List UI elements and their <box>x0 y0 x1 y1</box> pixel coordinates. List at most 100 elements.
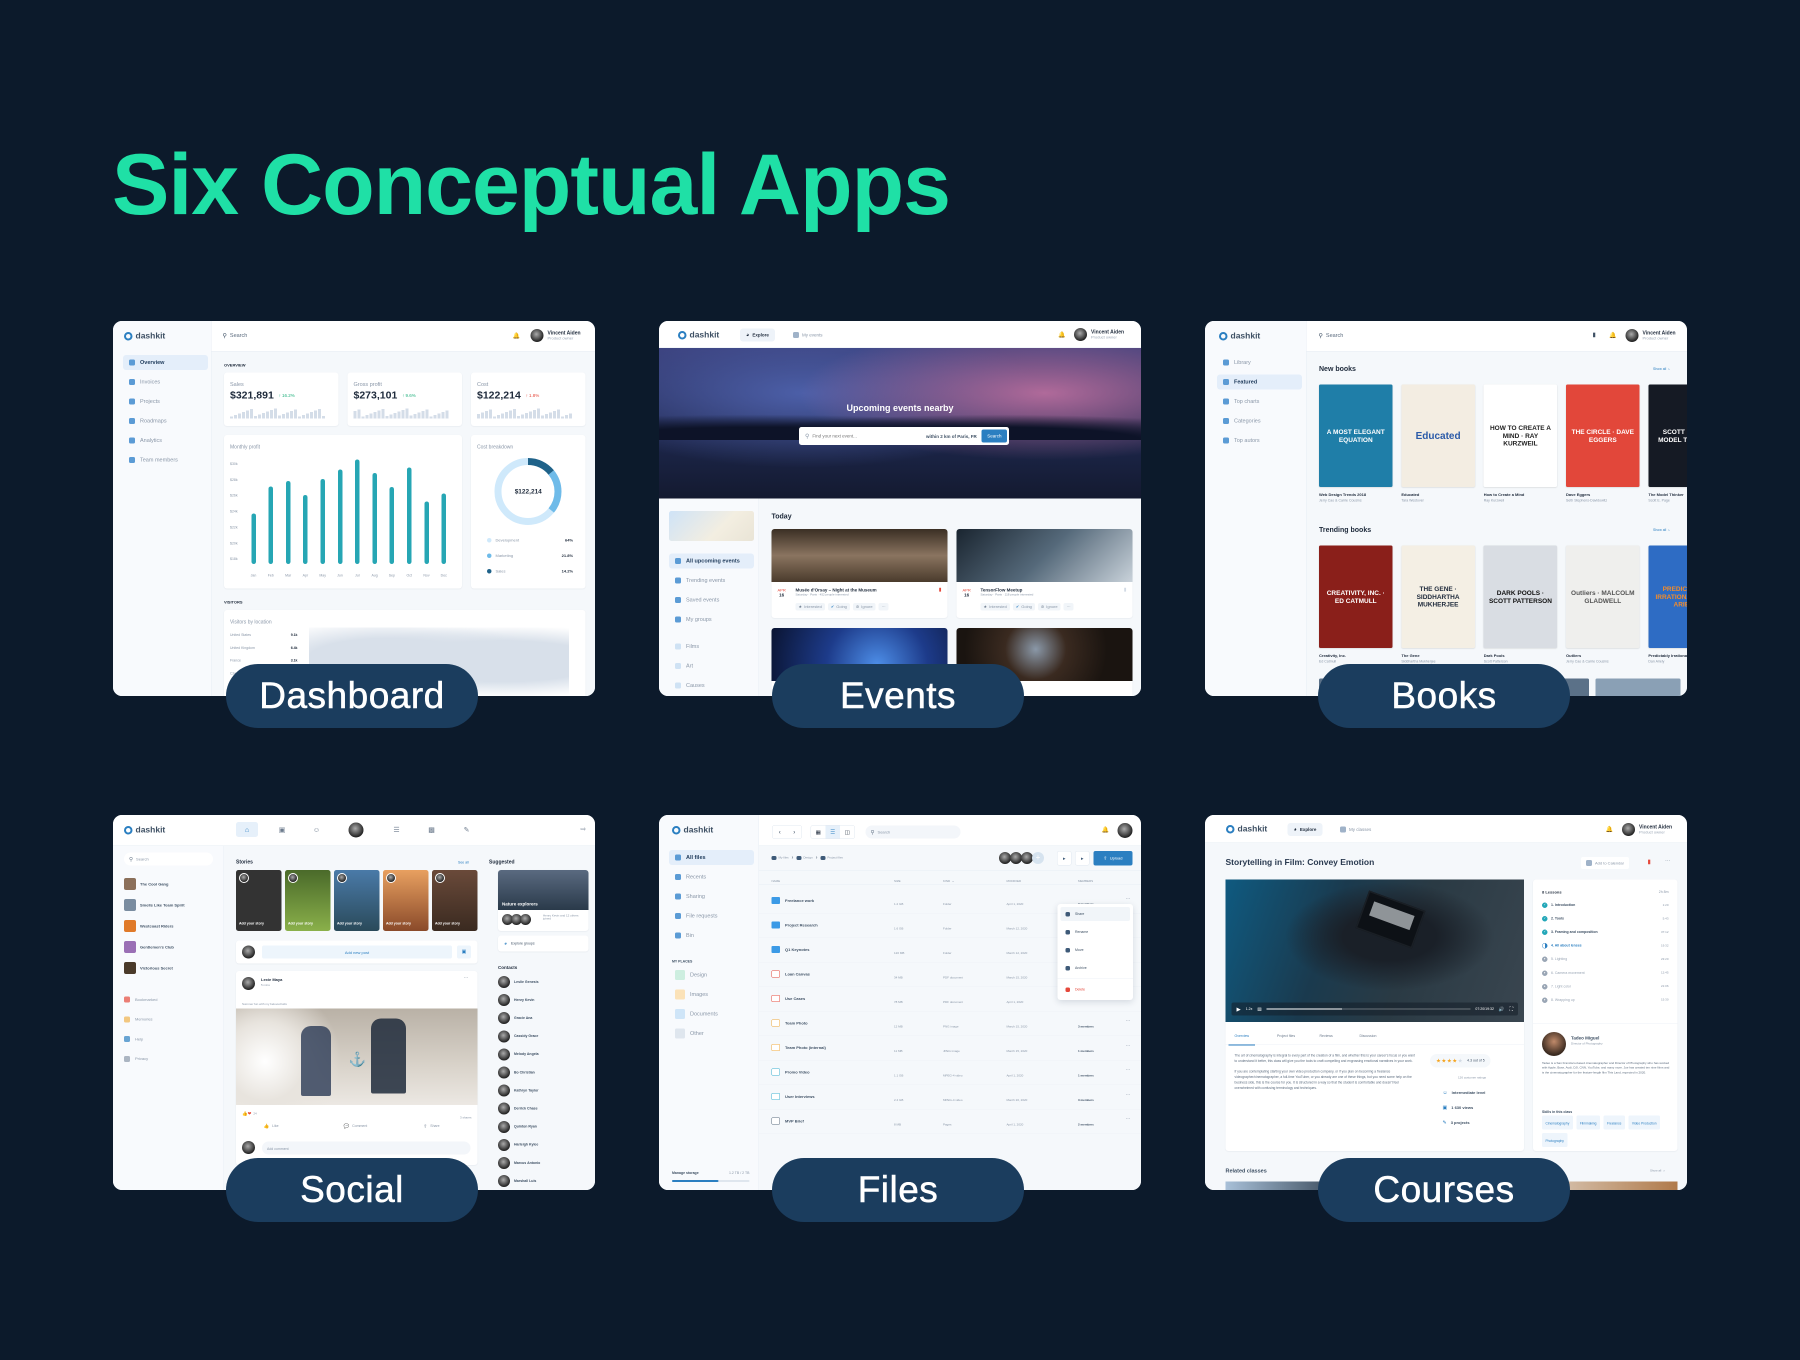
story-tile[interactable]: Add your story <box>432 870 478 931</box>
tab-reviews[interactable]: Reviews <box>1320 1031 1333 1040</box>
sidebar-item-all-files[interactable]: All files <box>669 850 754 865</box>
sidebar-item-categories[interactable]: Categories <box>1217 414 1302 429</box>
volume-icon[interactable]: 🔊 <box>1499 1006 1505 1012</box>
place-other[interactable]: Other <box>669 1026 754 1041</box>
event-card[interactable]: APR 16 TensorFlow Meetup Saturday · Paris … <box>956 529 1133 618</box>
more-icon[interactable]: ⋯ <box>464 975 469 981</box>
image-upload-icon[interactable]: ▣ <box>457 945 471 959</box>
tab-project-files[interactable]: Project files <box>1277 1031 1295 1040</box>
tab-explore[interactable]: ◕ Explore <box>740 328 775 342</box>
comment-button[interactable]: 💬 Comment <box>344 1124 368 1130</box>
dashboard-app-preview[interactable]: dashkit Overview Invoices Projects Roadmaps A… <box>113 321 595 696</box>
share-icon[interactable]: ▸ <box>1057 851 1072 866</box>
column-view-icon[interactable]: ◫ <box>840 829 855 835</box>
video-progress[interactable] <box>1266 1008 1471 1010</box>
logo[interactable]: dashkit <box>1219 331 1260 341</box>
lesson-item[interactable]: 4. All about lenses 19:32 <box>1542 943 1669 949</box>
bell-icon[interactable]: 🔔 <box>1058 331 1065 338</box>
sidebar-item-top-autors[interactable]: Top autors <box>1217 433 1302 448</box>
group-item[interactable]: Victorious Secret <box>124 962 173 974</box>
bookmark-icon[interactable]: ▮ <box>1593 331 1596 338</box>
sidebar-item-0[interactable]: All upcoming events <box>669 553 754 569</box>
contact-item[interactable]: Marcus Antonio <box>498 1157 540 1169</box>
share-button[interactable]: ⇧ Share <box>424 1124 440 1130</box>
contact-item[interactable]: Gracie Ana <box>498 1012 532 1025</box>
category-films[interactable]: Films <box>669 639 754 654</box>
menu-item-archive[interactable]: Archive <box>1061 961 1131 975</box>
sidebar-item-roadmaps[interactable]: Roadmaps <box>123 414 208 429</box>
menu-item-delete[interactable]: Delete <box>1061 983 1131 997</box>
add-post-input[interactable]: Add new post <box>262 945 452 959</box>
user-menu[interactable]: Vincent Aiden Product owner <box>1622 823 1672 836</box>
lesson-item[interactable]: ✓ 1. Introduction 1:20 <box>1542 902 1669 908</box>
list-view-icon[interactable]: ☰ <box>825 825 840 839</box>
bar-may[interactable] <box>320 479 325 564</box>
contact-item[interactable]: Marshall Luis <box>498 1175 536 1188</box>
story-tile[interactable]: Add your story <box>236 870 282 931</box>
row-more-icon[interactable]: ⋯ <box>1126 1068 1131 1074</box>
story-tile[interactable]: Add your story <box>383 870 429 931</box>
skill-tag[interactable]: Photography <box>1542 1133 1568 1147</box>
bookmark-icon[interactable]: ▮ <box>939 587 942 593</box>
add-to-calendar-button[interactable]: Add to Calendar <box>1581 857 1629 869</box>
menu-item-move[interactable]: Move <box>1061 943 1131 957</box>
group-item[interactable]: Gentlemen's Club <box>124 941 174 953</box>
sidebar-item-invoices[interactable]: Invoices <box>123 375 208 390</box>
place-design[interactable]: Design <box>669 968 754 983</box>
story-tile[interactable]: Add your story <box>285 870 331 931</box>
books-app-preview[interactable]: dashkit Library Featured Top charts Categori… <box>1205 321 1687 696</box>
book-cover[interactable]: A MOST ELEGANT EQUATION <box>1319 384 1393 487</box>
breadcrumb-item[interactable]: My files <box>771 855 789 860</box>
files-app-preview[interactable]: dashkit All files Recents Sharing File reque… <box>659 815 1141 1190</box>
show-all-link[interactable]: Show all › <box>1650 1169 1665 1174</box>
category-causes[interactable]: Causes <box>669 678 754 693</box>
menu-item-share[interactable]: Share <box>1060 907 1130 921</box>
video-player[interactable]: ▶ 1.2x ▤ 07:20/19:32 🔊 ⛶ <box>1225 879 1524 1022</box>
contact-item[interactable]: Melody Angela <box>498 1048 539 1061</box>
event-card[interactable]: APR 16 Musée d'Orsay – Night at the Museu… <box>771 529 948 618</box>
sidebar-item-2[interactable]: Saved events <box>669 593 754 608</box>
bell-icon[interactable]: 🔔 <box>1606 826 1613 833</box>
sidebar-item-3[interactable]: My groups <box>669 612 754 627</box>
comment-input[interactable]: Add comment <box>262 1141 471 1155</box>
lesson-item[interactable]: ▸ 8. Wrapping up 15:30 <box>1542 997 1669 1003</box>
bar-jul[interactable] <box>355 459 360 564</box>
book-cover[interactable]: SCOTT E. THE MODEL THINKER <box>1648 384 1687 487</box>
search-input[interactable]: ⚲ Search <box>1319 332 1344 339</box>
show-all-link[interactable]: Show all › <box>1653 528 1670 533</box>
courses-app-preview[interactable]: dashkit ◕ Explore My classes 🔔 Vincent Aide… <box>1205 815 1687 1190</box>
mini-map[interactable] <box>669 511 754 541</box>
user-menu[interactable]: Vincent Aiden Product owner <box>1074 328 1124 341</box>
skill-tag[interactable]: Freelance <box>1603 1115 1625 1130</box>
skill-tag[interactable]: Cinematography <box>1542 1115 1573 1130</box>
lesson-item[interactable]: ▸ 5. Lighting 23:20 <box>1542 956 1669 963</box>
book-cover[interactable]: CREATIVITY, INC. · ED CATMULL <box>1319 545 1393 648</box>
suggested-group-card[interactable]: Nature explorers Henry Kevin and 12 othe… <box>498 870 589 931</box>
skill-tag[interactable]: Filmmaking <box>1576 1115 1600 1130</box>
more-icon[interactable]: ⋯ <box>1665 858 1671 864</box>
user-menu[interactable]: Vincent Aiden Product owner <box>530 329 581 342</box>
menu-item-rename[interactable]: Rename <box>1061 925 1131 939</box>
search-input[interactable]: ⚲ Search <box>223 332 248 339</box>
sidebar-item-library[interactable]: Library <box>1217 355 1302 370</box>
contact-item[interactable]: Cassidy Grace <box>498 1030 538 1043</box>
explore-groups-button[interactable]: ◕ Explore groups <box>498 935 589 952</box>
photos-icon[interactable]: ▣ <box>271 822 293 837</box>
profile-avatar[interactable] <box>348 822 364 838</box>
author-avatar[interactable] <box>242 977 255 990</box>
sidebar-link-memories[interactable]: Memories <box>124 1016 153 1023</box>
column-header-members[interactable]: MEMBERS <box>1078 876 1093 885</box>
chat-icon[interactable]: ✎ <box>456 822 478 837</box>
sidebar-item-file-requests[interactable]: File requests <box>669 909 754 924</box>
friends-icon[interactable]: ☺ <box>306 822 328 837</box>
place-documents[interactable]: Documents <box>669 1007 754 1022</box>
captions-icon[interactable]: ▤ <box>1257 1006 1261 1012</box>
lesson-item[interactable]: ▸ 6. Camera movement 12:45 <box>1542 970 1669 976</box>
column-header-size[interactable]: SIZE <box>894 876 901 885</box>
book-cover[interactable]: DARK POOLS · SCOTT PATTERSON <box>1483 545 1558 648</box>
row-more-icon[interactable]: ⋯ <box>1126 896 1131 902</box>
event-action-2[interactable]: ⊘ Ignore <box>1037 603 1061 611</box>
bar-feb[interactable] <box>268 486 274 564</box>
equalizer-icon[interactable]: ☰ <box>386 822 408 837</box>
event-action-2[interactable]: ⊘ Ignore <box>852 603 876 611</box>
